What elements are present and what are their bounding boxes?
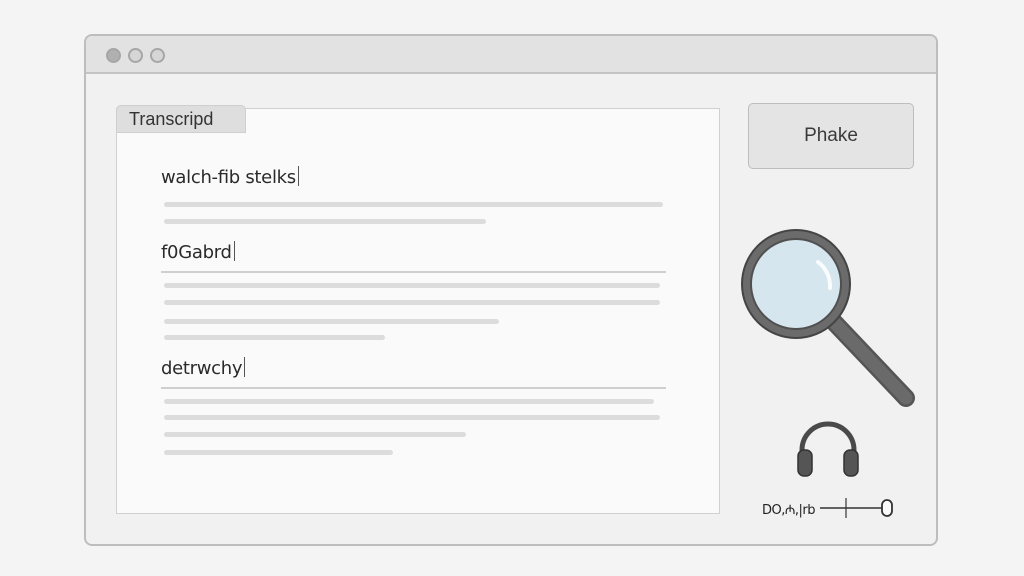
app-window: Transcripd walch-ﬁb stelks f0Gabrd detrw… (84, 34, 938, 546)
section-divider (161, 271, 666, 273)
section-heading-3: detrwchy (161, 357, 246, 379)
section-heading-text: f0Gabrd (161, 242, 232, 263)
text-line (164, 300, 660, 305)
text-line (164, 219, 486, 224)
transcript-tab[interactable]: Transcripd (116, 105, 246, 133)
magnifier-icon[interactable] (738, 222, 918, 412)
text-cursor (297, 166, 299, 186)
text-line (164, 202, 663, 207)
section-divider (161, 387, 666, 389)
text-line (164, 415, 660, 420)
text-cursor (244, 357, 246, 377)
text-cursor (233, 241, 235, 261)
text-line (164, 319, 499, 324)
text-line (164, 283, 660, 288)
section-heading-2: f0Gabrd (161, 241, 235, 263)
section-heading-1: walch-ﬁb stelks (161, 166, 299, 188)
scrubber-handle (881, 499, 893, 517)
text-line (164, 335, 385, 340)
headphones-icon[interactable] (792, 416, 864, 480)
section-heading-text: detrwchy (161, 358, 243, 379)
maximize-window-button[interactable] (150, 48, 165, 63)
section-heading-text: walch-ﬁb stelks (161, 167, 296, 188)
text-line (164, 432, 466, 437)
close-window-button[interactable] (106, 48, 121, 63)
audio-scrubber[interactable] (818, 494, 898, 520)
text-line (164, 450, 393, 455)
text-line (164, 399, 654, 404)
title-bar (86, 36, 936, 74)
phake-button[interactable]: Phake (748, 103, 914, 169)
playback-time: DO,₼,|rb (762, 503, 816, 518)
minimize-window-button[interactable] (128, 48, 143, 63)
